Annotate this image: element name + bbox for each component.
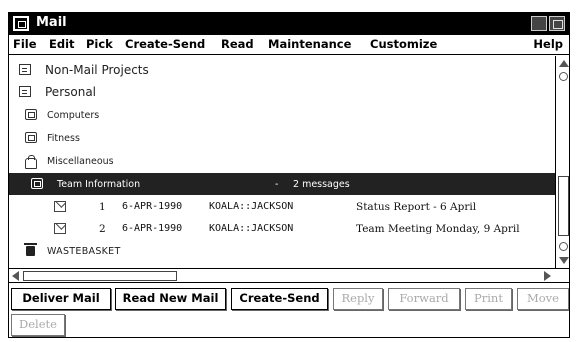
menu-pick[interactable]: Pick xyxy=(86,37,113,51)
message-date: 6-APR-1990 xyxy=(122,223,183,234)
folder-team-information[interactable]: Team Information - 2 messages xyxy=(9,173,555,195)
forward-button[interactable]: Forward xyxy=(388,288,460,310)
folder-non-mail-projects[interactable]: Non-Mail Projects xyxy=(9,59,555,81)
folder-label: Fitness xyxy=(47,133,80,144)
scroll-knob-icon[interactable] xyxy=(559,72,568,81)
scroll-up-icon[interactable] xyxy=(559,60,569,67)
message-number: 2 xyxy=(99,223,106,235)
folder-label: Team Information xyxy=(57,179,141,190)
deliver-mail-button[interactable]: Deliver Mail xyxy=(11,288,111,310)
delete-button[interactable]: Delete xyxy=(11,314,65,336)
mail-window: Mail File Edit Pick Create-Send Read Mai… xyxy=(8,12,570,338)
scroll-left-icon[interactable] xyxy=(12,271,19,281)
menu-help[interactable]: Help xyxy=(533,37,563,51)
scroll-down-icon[interactable] xyxy=(559,257,569,264)
folder-box-icon xyxy=(19,86,31,97)
reply-button[interactable]: Reply xyxy=(333,288,383,310)
scroll-knob-icon[interactable] xyxy=(559,242,568,251)
folder-label: Non-Mail Projects xyxy=(45,63,149,77)
menu-customize[interactable]: Customize xyxy=(370,37,437,51)
envelope-icon xyxy=(54,201,66,212)
folder-label: Personal xyxy=(45,85,97,99)
vertical-scrollbar[interactable] xyxy=(555,56,569,268)
folder-miscellaneous[interactable]: Miscellaneous xyxy=(9,150,555,172)
folder-label: WASTEBASKET xyxy=(47,246,121,257)
title-bar[interactable]: Mail xyxy=(9,13,569,35)
menu-edit[interactable]: Edit xyxy=(49,37,75,51)
mail-app-icon[interactable] xyxy=(13,16,29,31)
minimize-icon[interactable] xyxy=(531,16,547,31)
menu-create-send[interactable]: Create-Send xyxy=(125,37,205,51)
horizontal-scrollbar[interactable] xyxy=(9,268,569,283)
scroll-right-icon[interactable] xyxy=(544,271,551,281)
move-button[interactable]: Move xyxy=(517,288,569,310)
folder-wastebasket[interactable]: WASTEBASKET xyxy=(9,240,555,262)
folder-fitness[interactable]: Fitness xyxy=(9,127,555,149)
maximize-icon[interactable] xyxy=(549,16,565,31)
horizontal-scroll-thumb[interactable] xyxy=(23,271,177,281)
folder-computers[interactable]: Computers xyxy=(9,104,555,126)
folder-list: Non-Mail Projects Personal Computers Fit… xyxy=(9,56,555,268)
message-row[interactable]: 2 6-APR-1990 KOALA::JACKSON Team Meeting… xyxy=(9,218,555,240)
message-from: KOALA::JACKSON xyxy=(209,201,294,212)
message-row[interactable]: 1 6-APR-1990 KOALA::JACKSON Status Repor… xyxy=(9,196,555,218)
bag-icon xyxy=(25,155,37,169)
folder-open-icon xyxy=(31,178,43,189)
envelope-icon xyxy=(54,223,66,234)
read-new-mail-button[interactable]: Read New Mail xyxy=(115,288,226,310)
message-count: 2 messages xyxy=(293,179,350,190)
vertical-scroll-thumb[interactable] xyxy=(558,176,569,236)
folder-box-icon xyxy=(19,64,31,75)
folder-label: Computers xyxy=(47,110,100,121)
menu-read[interactable]: Read xyxy=(221,37,254,51)
menu-file[interactable]: File xyxy=(13,37,37,51)
folder-personal[interactable]: Personal xyxy=(9,81,555,103)
trash-icon xyxy=(24,243,37,256)
action-buttons: Deliver Mail Read New Mail Create-Send R… xyxy=(9,284,569,337)
window-title: Mail xyxy=(36,15,67,30)
menu-bar: File Edit Pick Create-Send Read Maintena… xyxy=(9,35,569,55)
folder-open-icon xyxy=(25,109,37,120)
create-send-button[interactable]: Create-Send xyxy=(231,288,328,310)
message-subject: Status Report - 6 April xyxy=(356,201,477,213)
message-date: 6-APR-1990 xyxy=(122,201,183,212)
folder-label: Miscellaneous xyxy=(47,156,114,167)
dash-separator: - xyxy=(275,179,279,190)
folder-open-icon xyxy=(25,132,37,143)
menu-maintenance[interactable]: Maintenance xyxy=(268,37,351,51)
message-subject: Team Meeting Monday, 9 April xyxy=(356,223,520,235)
message-from: KOALA::JACKSON xyxy=(209,223,294,234)
print-button[interactable]: Print xyxy=(465,288,512,310)
message-number: 1 xyxy=(99,201,106,213)
